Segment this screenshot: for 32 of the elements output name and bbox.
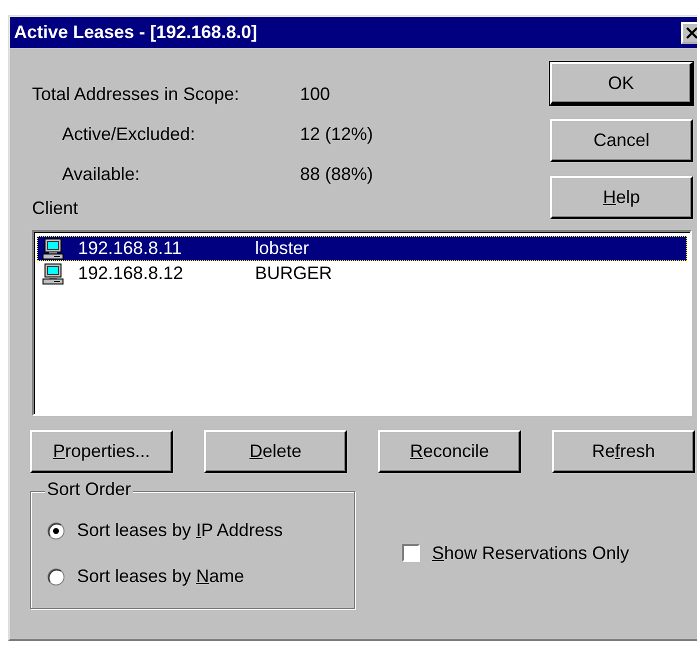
stat-value: 100 <box>300 84 330 104</box>
client-row[interactable]: 192.168.8.12 BURGER <box>37 261 687 286</box>
ip-address: 192.168.8.11 <box>78 238 183 259</box>
action-button[interactable]: Properties... <box>30 430 173 473</box>
radio-label[interactable]: Sort leases by Name <box>77 566 244 587</box>
client-name: lobster <box>255 238 310 259</box>
action-button[interactable]: Refresh <box>552 430 695 473</box>
dialog-button[interactable]: Cancel <box>550 119 693 162</box>
close-button[interactable] <box>681 22 697 44</box>
radio-button[interactable] <box>47 522 65 540</box>
client-list[interactable]: 192.168.8.11 lobster 192.168.8.12 BURGER <box>32 230 692 416</box>
stat-value: 12 (12%) <box>300 124 374 144</box>
radio-button[interactable] <box>47 568 65 586</box>
checkbox-label[interactable]: Show Reservations Only <box>432 542 630 564</box>
dialog-button[interactable]: Help <box>550 176 693 219</box>
action-button[interactable]: Delete <box>204 430 347 473</box>
client-row[interactable]: 192.168.8.11 lobster <box>37 236 687 261</box>
action-button[interactable]: Reconcile <box>378 430 521 473</box>
computer-icon <box>42 262 64 284</box>
stat-label: Total Addresses in Scope: <box>32 84 240 104</box>
client-name: BURGER <box>255 263 332 284</box>
stat-value: 88 (88%) <box>300 164 374 184</box>
dialog-button[interactable]: OK <box>550 62 693 105</box>
computer-icon <box>42 238 64 260</box>
client-label: Client <box>32 198 80 220</box>
ip-address: 192.168.8.12 <box>78 263 184 284</box>
close-icon <box>685 26 697 40</box>
window-title: Active Leases - [192.168.8.0] <box>14 22 258 43</box>
stat-label: Active/Excluded: <box>61 124 196 144</box>
radio-label[interactable]: Sort leases by IP Address <box>77 520 283 541</box>
stat-label: Available: <box>61 164 141 184</box>
checkbox[interactable] <box>402 544 420 562</box>
